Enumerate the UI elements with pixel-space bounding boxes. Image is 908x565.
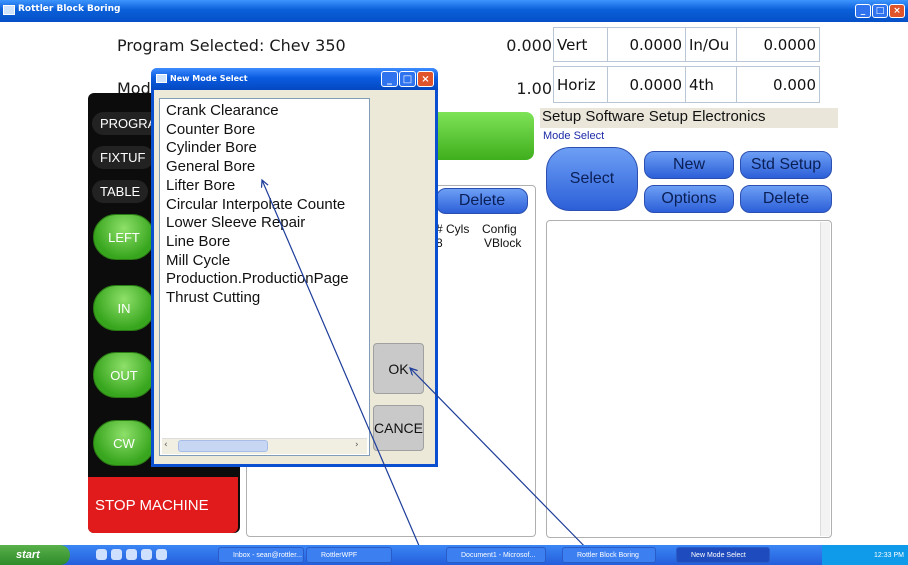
clock[interactable]: 12:33 PM: [874, 552, 904, 559]
arrow-to-general-bore: [262, 180, 424, 556]
quicklaunch-ie-icon[interactable]: [96, 549, 107, 560]
quicklaunch-app-icon[interactable]: [156, 549, 167, 560]
taskbar-item-rottler-block-boring[interactable]: Rottler Block Boring: [562, 547, 656, 563]
taskbar-item-document1[interactable]: Document1 - Microsof...: [446, 547, 546, 563]
arrow-to-ok-button: [410, 368, 594, 556]
taskbar-item-rottlerwpf[interactable]: RottlerWPF: [306, 547, 392, 563]
quicklaunch-folder-icon[interactable]: [141, 549, 152, 560]
taskbar-item-inbox[interactable]: Inbox - sean@rottler...: [218, 547, 304, 563]
start-button[interactable]: start: [0, 545, 70, 565]
quicklaunch-outlook-icon[interactable]: [111, 549, 122, 560]
quicklaunch-desktop-icon[interactable]: [126, 549, 137, 560]
annotation-arrows: [0, 0, 594, 556]
system-tray: 12:33 PM: [822, 545, 908, 565]
taskbar-item-new-mode-select[interactable]: New Mode Select: [676, 547, 770, 563]
